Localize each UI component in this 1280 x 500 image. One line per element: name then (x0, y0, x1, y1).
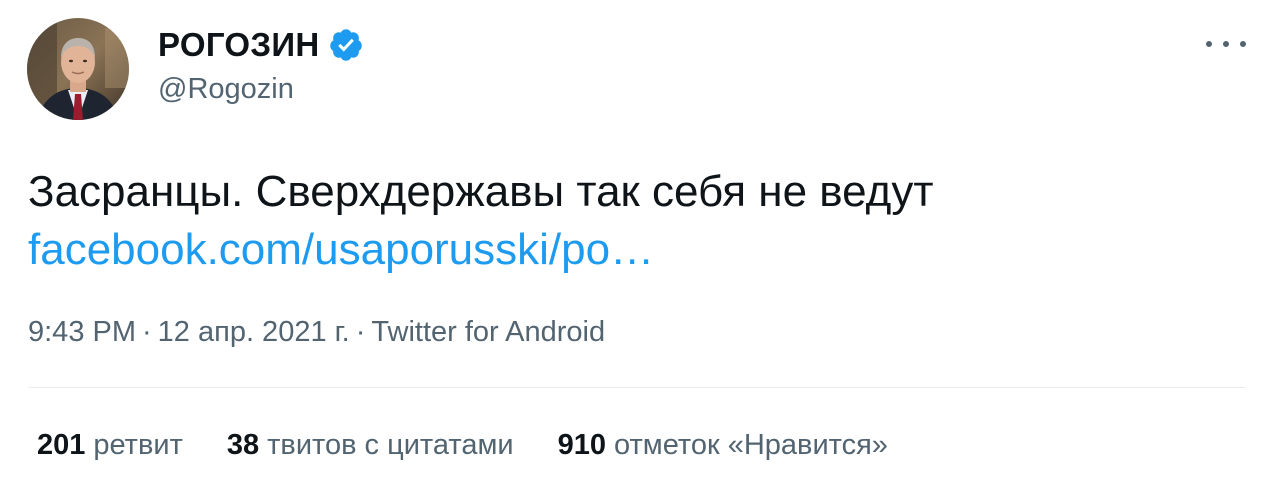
tweet-link[interactable]: facebook.com/usaporusski/po… (28, 222, 654, 278)
retweets-label: ретвит (93, 429, 183, 461)
quotes-count: 38 (226, 429, 260, 461)
divider (28, 387, 1246, 388)
meta-separator: · (355, 316, 366, 348)
author-avatar[interactable] (27, 18, 129, 120)
quotes-label: твитов с цитатами (267, 429, 514, 461)
author-name-row[interactable]: РОГОЗИН (158, 24, 364, 66)
retweets-stat[interactable]: 201 ретвит (37, 426, 183, 464)
more-dot (1223, 41, 1229, 47)
meta-separator: · (142, 316, 152, 348)
more-dot (1206, 41, 1212, 47)
tweet-source[interactable]: Twitter for Android (371, 316, 605, 348)
avatar-photo (27, 18, 129, 120)
retweets-count: 201 (37, 429, 86, 461)
tweet-meta: 9:43 PM · 12 апр. 2021 г. · Twitter for Andr… (28, 313, 605, 351)
verified-badge-icon (328, 27, 364, 63)
author-handle[interactable]: @Rogozin (158, 70, 294, 108)
likes-label: отметок «Нравится» (614, 429, 888, 461)
tweet-date[interactable]: 12 апр. 2021 г. (158, 316, 350, 348)
tweet-time[interactable]: 9:43 PM (28, 316, 136, 348)
likes-count: 910 (557, 429, 606, 461)
likes-stat[interactable]: 910 отметок «Нравится» (558, 426, 888, 464)
more-dot (1240, 41, 1246, 47)
quotes-stat[interactable]: 38 твитов с цитатами (227, 426, 514, 464)
author-display-name[interactable]: РОГОЗИН (158, 24, 320, 66)
more-options-icon[interactable] (1206, 30, 1246, 58)
tweet-stats: 201 ретвит 38 твитов с цитатами 910 отметок… (37, 426, 932, 464)
tweet-card: РОГОЗИН @Rogozin Засранцы. Сверхдержавы … (0, 0, 1280, 500)
tweet-text: Засранцы. Сверхдержавы так себя не ведут (28, 167, 934, 216)
